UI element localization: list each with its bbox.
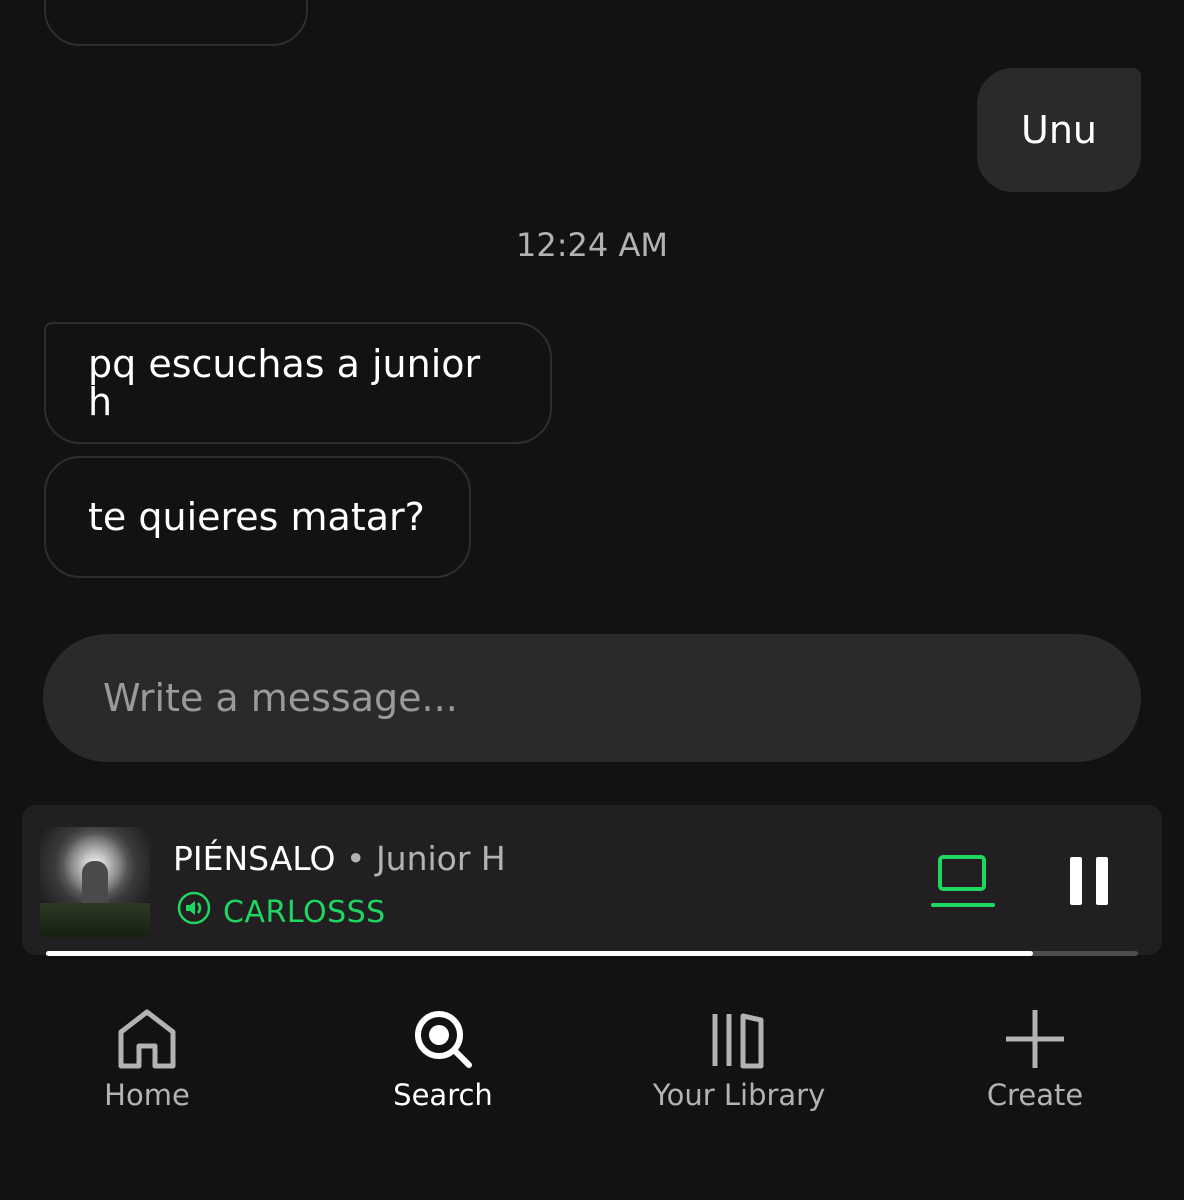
nav-home[interactable]: Home [27, 980, 267, 1112]
playback-progress[interactable] [46, 951, 1138, 956]
message-timestamp: 12:24 AM [516, 226, 668, 264]
search-icon [323, 980, 563, 1070]
nav-library[interactable]: Your Library [619, 980, 859, 1112]
bottom-nav: Home Search Your Library Create [0, 980, 1184, 1200]
nav-create[interactable]: Create [915, 980, 1155, 1112]
nav-home-label: Home [104, 1078, 190, 1112]
speaker-icon [177, 891, 211, 933]
mini-player[interactable]: PIÉNSALO • Junior H CARLOSSS [22, 805, 1162, 955]
nav-search[interactable]: Search [323, 980, 563, 1112]
incoming-message-text: pq escuchas a junior h [88, 342, 481, 424]
chat-screen: pendeje Unu 12:24 AM pq escuchas a junio… [0, 0, 1184, 1200]
track-title: PIÉNSALO [173, 839, 336, 878]
message-input[interactable] [103, 676, 1141, 720]
outgoing-message-text: Unu [1021, 108, 1097, 152]
track-separator: • [335, 839, 376, 878]
laptop-icon[interactable] [928, 851, 998, 911]
plus-icon [915, 980, 1155, 1070]
track-artist: Junior H [375, 839, 506, 878]
nav-search-label: Search [393, 1078, 493, 1112]
library-icon [619, 980, 859, 1070]
album-art [40, 827, 150, 937]
outgoing-message: Unu [977, 68, 1141, 192]
track-info: PIÉNSALO • Junior H [173, 839, 506, 878]
message-composer[interactable] [43, 634, 1141, 762]
playback-progress-fill [46, 951, 1034, 956]
pause-icon[interactable] [1068, 855, 1112, 907]
home-icon [27, 980, 267, 1070]
incoming-message: pq escuchas a junior h [44, 322, 552, 444]
incoming-message-partial: pendeje [44, 0, 308, 46]
incoming-message-text: te quieres matar? [88, 495, 425, 539]
incoming-message: te quieres matar? [44, 456, 471, 578]
device-name: CARLOSSS [223, 894, 386, 930]
nav-create-label: Create [986, 1078, 1084, 1112]
connected-device: CARLOSSS [177, 891, 386, 933]
nav-library-label: Your Library [652, 1078, 826, 1112]
